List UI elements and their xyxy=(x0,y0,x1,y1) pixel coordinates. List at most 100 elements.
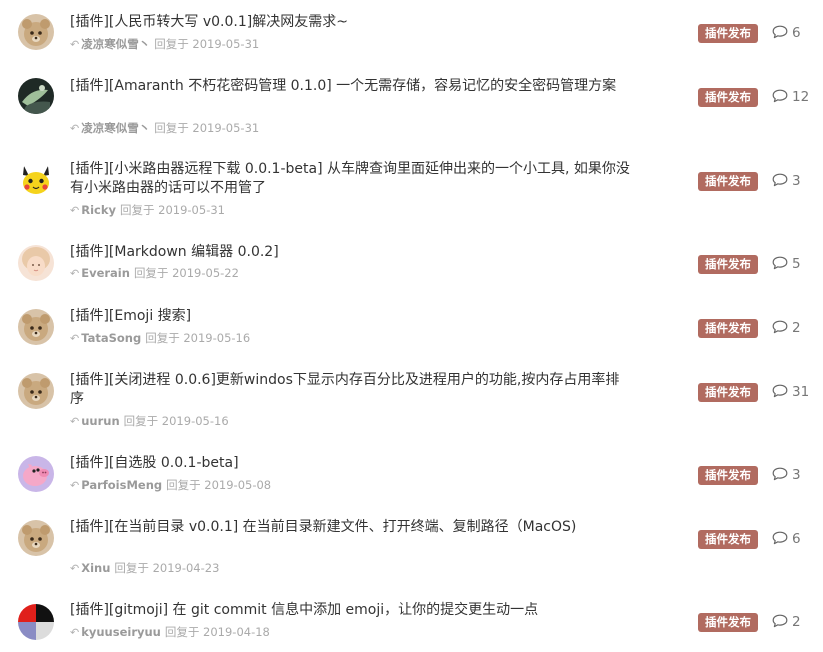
reply-count[interactable]: 6 xyxy=(772,24,801,43)
replied-label: 回复于 xyxy=(154,37,189,51)
avatar[interactable] xyxy=(18,14,54,50)
topic-meta: ↶ kyuuseiryuu 回复于 2019-04-18 xyxy=(70,625,270,640)
topic-title-link[interactable]: [插件][人民币转大写 v0.0.1]解决网友需求~ xyxy=(70,13,630,32)
reply-count-value: 5 xyxy=(792,256,801,272)
last-reply-user[interactable]: Ricky xyxy=(81,203,116,217)
reply-count[interactable]: 2 xyxy=(772,319,801,338)
replied-label: 回复于 xyxy=(133,266,169,280)
reply-date: 2019-05-31 xyxy=(192,121,260,135)
avatar[interactable] xyxy=(18,520,54,556)
comment-bubble-icon xyxy=(772,467,792,483)
reply-arrow-icon: ↶ xyxy=(70,479,80,492)
topic-title-link[interactable]: [插件][自选股 0.0.1-beta] xyxy=(70,454,630,473)
category-badge[interactable]: 插件发布 xyxy=(698,172,758,191)
topic-meta: ↶ Ricky 回复于 2019-05-31 xyxy=(70,203,225,218)
avatar[interactable] xyxy=(18,162,54,198)
topic-meta: ↶ TataSong 回复于 2019-05-16 xyxy=(70,331,250,346)
last-reply-user[interactable]: ParfoisMeng xyxy=(81,478,162,492)
topic-title-link[interactable]: [插件][Markdown 编辑器 0.0.2] xyxy=(70,243,630,262)
replied-label: 回复于 xyxy=(164,625,200,639)
reply-date: 2019-05-22 xyxy=(172,266,239,280)
topic-list: [插件][人民币转大写 v0.0.1]解决网友需求~ ↶ 凌凉寒似雪丶 回复于 201… xyxy=(0,0,823,652)
topic-title-link[interactable]: [插件][关闭进程 0.0.6]更新windos下显示内存百分比及进程用户的功能… xyxy=(70,371,630,409)
reply-arrow-icon: ↶ xyxy=(70,626,80,639)
replied-label: 回复于 xyxy=(145,331,180,345)
last-reply-user[interactable]: TataSong xyxy=(81,331,141,345)
comment-bubble-icon xyxy=(772,614,792,630)
comment-bubble-icon xyxy=(772,89,792,105)
topic-title-link[interactable]: [插件][小米路由器远程下载 0.0.1-beta] 从车牌查询里面延伸出来的一… xyxy=(70,160,630,198)
reply-arrow-icon: ↶ xyxy=(70,122,80,135)
topic-title-link[interactable]: [插件][gitmoji] 在 git commit 信息中添加 emoji，让… xyxy=(70,601,630,620)
topic-meta: ↶ ParfoisMeng 回复于 2019-05-08 xyxy=(70,478,271,493)
category-badge[interactable]: 插件发布 xyxy=(698,530,758,549)
avatar[interactable] xyxy=(18,456,54,492)
reply-arrow-icon: ↶ xyxy=(70,332,80,345)
reply-arrow-icon: ↶ xyxy=(70,562,80,575)
reply-arrow-icon: ↶ xyxy=(70,204,80,217)
category-badge[interactable]: 插件发布 xyxy=(698,255,758,274)
replied-label: 回复于 xyxy=(154,121,189,135)
category-badge[interactable]: 插件发布 xyxy=(698,319,758,338)
last-reply-user[interactable]: kyuuseiryuu xyxy=(81,625,161,639)
comment-bubble-icon xyxy=(772,320,792,336)
comment-bubble-icon xyxy=(772,173,792,189)
reply-count-value: 31 xyxy=(792,384,810,400)
reply-date: 2019-05-16 xyxy=(183,331,251,345)
last-reply-user[interactable]: Everain xyxy=(81,266,130,280)
reply-count[interactable]: 12 xyxy=(772,88,809,107)
comment-bubble-icon xyxy=(772,384,792,400)
reply-count[interactable]: 5 xyxy=(772,255,801,274)
topic-title-link[interactable]: [插件][Amaranth 不朽花密码管理 0.1.0] 一个无需存储，容易记忆… xyxy=(70,77,630,96)
reply-date: 2019-05-16 xyxy=(161,414,229,428)
reply-date: 2019-05-31 xyxy=(158,203,225,217)
reply-count-value: 2 xyxy=(792,614,801,630)
comment-bubble-icon xyxy=(772,256,792,272)
reply-count-value: 2 xyxy=(792,320,801,336)
comment-bubble-icon xyxy=(772,531,792,547)
topic-meta: ↶ 凌凉寒似雪丶 回复于 2019-05-31 xyxy=(70,37,259,52)
topic-meta: ↶ uurun 回复于 2019-05-16 xyxy=(70,414,229,429)
reply-date: 2019-04-23 xyxy=(152,561,220,575)
topic-title-link[interactable]: [插件][在当前目录 v0.0.1] 在当前目录新建文件、打开终端、复制路径（M… xyxy=(70,518,630,537)
reply-count-value: 3 xyxy=(792,173,801,189)
reply-count-value: 6 xyxy=(792,25,801,41)
topic-meta: ↶ Xinu 回复于 2019-04-23 xyxy=(70,561,219,576)
reply-count-value: 6 xyxy=(792,531,801,547)
reply-date: 2019-05-08 xyxy=(204,478,272,492)
avatar[interactable] xyxy=(18,309,54,345)
last-reply-user[interactable]: uurun xyxy=(81,414,119,428)
avatar[interactable] xyxy=(18,373,54,409)
avatar[interactable] xyxy=(18,604,54,640)
topic-meta: ↶ Everain 回复于 2019-05-22 xyxy=(70,266,239,281)
replied-label: 回复于 xyxy=(123,414,159,428)
category-badge[interactable]: 插件发布 xyxy=(698,466,758,485)
last-reply-user[interactable]: 凌凉寒似雪丶 xyxy=(81,37,150,51)
topic-title-link[interactable]: [插件][Emoji 搜索] xyxy=(70,307,630,326)
replied-label: 回复于 xyxy=(166,478,201,492)
reply-count-value: 3 xyxy=(792,467,801,483)
reply-count[interactable]: 3 xyxy=(772,172,801,191)
reply-count[interactable]: 6 xyxy=(772,530,801,549)
replied-label: 回复于 xyxy=(119,203,155,217)
replied-label: 回复于 xyxy=(114,561,149,575)
category-badge[interactable]: 插件发布 xyxy=(698,613,758,632)
reply-count[interactable]: 31 xyxy=(772,383,809,402)
reply-count-value: 12 xyxy=(792,89,810,105)
reply-arrow-icon: ↶ xyxy=(70,267,80,280)
reply-date: 2019-04-18 xyxy=(203,625,270,639)
avatar[interactable] xyxy=(18,245,54,281)
reply-arrow-icon: ↶ xyxy=(70,38,80,51)
last-reply-user[interactable]: Xinu xyxy=(81,561,110,575)
avatar[interactable] xyxy=(18,78,54,114)
reply-arrow-icon: ↶ xyxy=(70,415,80,428)
topic-meta: ↶ 凌凉寒似雪丶 回复于 2019-05-31 xyxy=(70,121,259,136)
reply-count[interactable]: 2 xyxy=(772,613,801,632)
reply-count[interactable]: 3 xyxy=(772,466,801,485)
category-badge[interactable]: 插件发布 xyxy=(698,24,758,43)
category-badge[interactable]: 插件发布 xyxy=(698,88,758,107)
comment-bubble-icon xyxy=(772,25,792,41)
reply-date: 2019-05-31 xyxy=(192,37,260,51)
last-reply-user[interactable]: 凌凉寒似雪丶 xyxy=(81,121,150,135)
category-badge[interactable]: 插件发布 xyxy=(698,383,758,402)
